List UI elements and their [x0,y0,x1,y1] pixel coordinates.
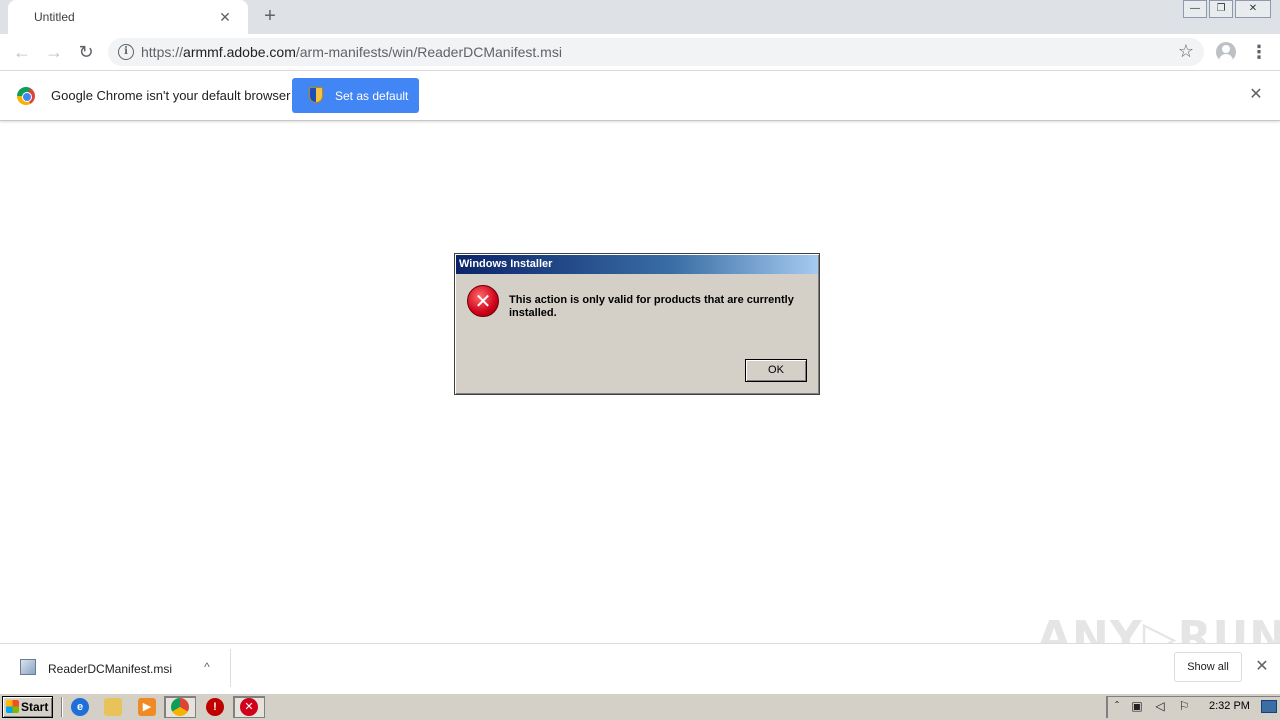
windows-flag-icon [6,700,19,713]
restore-button[interactable]: ❐ [1209,0,1233,18]
start-label: Start [21,700,49,714]
forward-button[interactable]: → [42,41,66,63]
set-as-default-label: Set as default [335,89,409,103]
volume-icon[interactable]: ◁ [1153,699,1167,713]
show-all-button[interactable]: Show all [1174,652,1242,682]
shield-icon [309,87,323,103]
close-window-button[interactable]: ✕ [1235,0,1271,18]
msi-file-icon [20,659,36,675]
tab-close-icon[interactable]: ✕ [216,8,234,26]
ok-button[interactable]: OK [745,359,807,382]
taskbar-clock[interactable]: 2:32 PM [1209,700,1250,712]
tray-arrow-icon[interactable]: ˆ [1110,699,1124,713]
shelf-close-icon[interactable]: ✕ [1253,658,1271,676]
url-prefix: https:// [141,44,184,60]
dialog-title: Windows Installer [459,258,553,270]
url-text[interactable]: https://armmf.adobe.com/arm-manifests/wi… [141,44,562,60]
dialog-message: This action is only valid for products t… [509,294,794,319]
reload-button[interactable]: ↻ [74,41,98,63]
installer-error-icon: ✕ [240,698,258,716]
info-icon[interactable]: i [118,44,134,60]
infobar-close-icon[interactable]: ✕ [1247,86,1265,104]
download-shelf [0,643,1280,693]
chrome-logo-icon [17,87,35,105]
action-center-flag-icon[interactable]: ⚐ [1177,699,1191,713]
explorer-icon[interactable] [104,698,122,716]
new-tab-button[interactable]: + [259,5,281,27]
url-host: armmf.adobe.com [183,44,296,60]
show-desktop-icon[interactable] [1261,700,1277,713]
download-file-name[interactable]: ReaderDCManifest.msi [48,662,172,676]
chevron-up-icon[interactable]: ^ [199,659,215,675]
taskbar-separator [61,697,63,717]
network-icon[interactable]: ▣ [1130,699,1144,713]
media-player-icon[interactable]: ▶ [138,698,156,716]
profile-icon[interactable] [1216,42,1236,62]
ie-icon[interactable]: e [71,698,89,716]
back-button[interactable]: ← [10,41,34,63]
stop-icon[interactable]: ! [206,698,224,716]
star-icon[interactable]: ☆ [1176,41,1196,61]
error-icon: ✕ [467,285,499,317]
shelf-divider [230,649,231,687]
tab-title: Untitled [34,10,75,24]
menu-icon[interactable]: ⋮ [1250,42,1268,62]
minimize-button[interactable]: — [1183,0,1207,18]
infobar-message: Google Chrome isn't your default browser [51,88,291,103]
url-path: /arm-manifests/win/ReaderDCManifest.msi [295,44,562,60]
chrome-icon [171,698,189,716]
